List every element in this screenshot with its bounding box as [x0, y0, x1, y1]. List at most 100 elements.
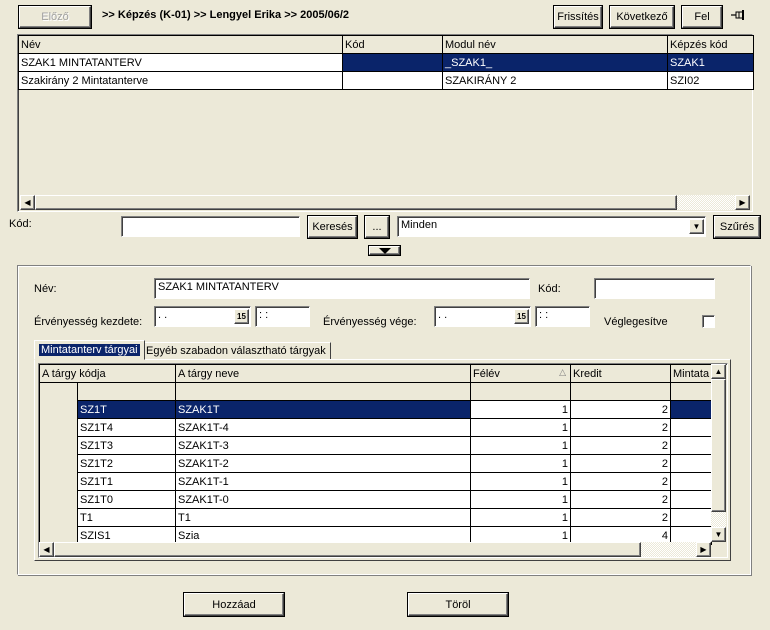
- cell-name: SZAK1 MINTATANTERV: [18, 53, 343, 72]
- validity-start-date[interactable]: . . 15: [154, 306, 251, 327]
- table-row[interactable]: SZAK1 MINTATANTERV _SZAK1_ SZAK1: [18, 53, 754, 72]
- column-header-module[interactable]: Modul név: [442, 35, 668, 54]
- cell-semester: 1: [470, 436, 571, 455]
- cell-subject-code: SZ1T2: [77, 454, 176, 473]
- cell-sample: [670, 418, 712, 437]
- column-header-semester[interactable]: Félév △: [470, 364, 571, 383]
- column-header-name[interactable]: Név: [18, 35, 343, 54]
- cell-subject-name: SZAK1T-2: [175, 454, 471, 473]
- up-button[interactable]: Fel: [682, 6, 722, 28]
- cell-subject-code: T1: [77, 508, 176, 527]
- cell-code: [342, 53, 443, 72]
- cell-credit: 2: [570, 472, 671, 491]
- column-header-code[interactable]: Kód: [342, 35, 443, 54]
- cell-semester: 1: [470, 508, 571, 527]
- cell-sample: [670, 436, 712, 455]
- filter-select[interactable]: Minden ▼: [397, 216, 706, 237]
- cell-subject-code: SZ1T1: [77, 472, 176, 491]
- scroll-left-button[interactable]: ◀: [39, 542, 54, 557]
- table-row[interactable]: SZ1T1 SZAK1T-1 1 2: [39, 472, 712, 491]
- cell-subject-code: SZ1T4: [77, 418, 176, 437]
- validity-end-label: Érvényesség vége:: [323, 316, 417, 328]
- name-field[interactable]: SZAK1 MINTATANTERV: [154, 278, 530, 299]
- next-button[interactable]: Következő: [610, 6, 674, 28]
- scroll-down-button[interactable]: ▼: [711, 527, 726, 542]
- cell-credit: 2: [570, 400, 671, 419]
- cell-code: [342, 71, 443, 90]
- cell-semester: 1: [470, 490, 571, 509]
- table-row[interactable]: SZ1T4 SZAK1T-4 1 2: [39, 418, 712, 437]
- table-row[interactable]: Szakirány 2 Mintatanterve SZAKIRÁNY 2 SZ…: [18, 71, 754, 90]
- column-header-credit[interactable]: Kredit: [570, 364, 671, 383]
- cell-subject-name: SZAK1T-4: [175, 418, 471, 437]
- training-grid[interactable]: Név Kód Modul név Képzés kód SZAK1 MINTA…: [17, 34, 754, 212]
- table-row[interactable]: SZ1T3 SZAK1T-3 1 2: [39, 436, 712, 455]
- cell-subject-code: SZ1T: [77, 400, 176, 419]
- splitter-toggle[interactable]: [369, 246, 400, 255]
- cell-semester: 1: [470, 454, 571, 473]
- filter-button[interactable]: Szűrés: [714, 216, 760, 238]
- cell-semester: 1: [470, 472, 571, 491]
- cell-subject-name: SZAK1T-1: [175, 472, 471, 491]
- code-label: Kód:: [9, 218, 32, 230]
- validity-end-time[interactable]: : :: [535, 306, 590, 327]
- code-field-label: Kód:: [538, 283, 561, 295]
- refresh-button[interactable]: Frissítés: [554, 6, 602, 28]
- tab-curriculum-subjects[interactable]: Mintatanterv tárgyai: [34, 340, 145, 360]
- scrollbar-thumb[interactable]: [35, 195, 677, 210]
- scroll-right-button[interactable]: ▶: [696, 542, 711, 557]
- cell-training-code: SZAK1: [667, 53, 754, 72]
- scrollbar-thumb[interactable]: [711, 379, 726, 512]
- cell-sample: [670, 472, 712, 491]
- scroll-up-button[interactable]: ▲: [711, 364, 726, 379]
- calendar-icon[interactable]: 15: [514, 309, 529, 324]
- cell-credit: 2: [570, 454, 671, 473]
- triangle-down-icon: [378, 247, 391, 254]
- validity-start-label: Érvényesség kezdete:: [34, 316, 143, 328]
- cell-subject-name: SZAK1T: [175, 400, 471, 419]
- cell-credit: 2: [570, 508, 671, 527]
- cell-sample: [670, 400, 712, 419]
- table-row[interactable]: T1 T1 1 2: [39, 508, 712, 527]
- breadcrumb: >> Képzés (K-01) >> Lengyel Erika >> 200…: [102, 9, 350, 21]
- column-header-training-code[interactable]: Képzés kód: [667, 35, 754, 54]
- add-button[interactable]: Hozzáad: [184, 593, 284, 616]
- scrollbar-thumb[interactable]: [54, 542, 641, 557]
- prev-button[interactable]: Előző: [19, 6, 91, 28]
- cell-sample: [670, 454, 712, 473]
- finalized-label: Véglegesítve: [604, 316, 668, 328]
- validity-start-time[interactable]: : :: [255, 306, 310, 327]
- code-field[interactable]: [594, 278, 715, 299]
- calendar-icon[interactable]: 15: [234, 309, 249, 324]
- cell-subject-name: SZAK1T-3: [175, 436, 471, 455]
- browse-button[interactable]: ...: [365, 216, 389, 238]
- subject-grid[interactable]: A tárgy kódja A tárgy neve Félév △ Kredi…: [38, 363, 728, 558]
- delete-button[interactable]: Töröl: [408, 593, 508, 616]
- table-row[interactable]: SZ1T2 SZAK1T-2 1 2: [39, 454, 712, 473]
- tab-elective-subjects[interactable]: Egyéb szabadon választható tárgyak: [141, 342, 331, 360]
- table-row[interactable]: SZ1T0 SZAK1T-0 1 2: [39, 490, 712, 509]
- cell-semester: 1: [470, 418, 571, 437]
- scroll-left-button[interactable]: ◀: [20, 195, 35, 210]
- search-button[interactable]: Keresés: [308, 216, 357, 238]
- column-header-subject-code[interactable]: A tárgy kódja: [39, 364, 176, 383]
- table-row[interactable]: SZ1T SZAK1T 1 2: [39, 400, 712, 419]
- cell-subject-name: T1: [175, 508, 471, 527]
- cell-credit: 2: [570, 436, 671, 455]
- sort-ascending-icon: △: [559, 367, 566, 377]
- scroll-right-button[interactable]: ▶: [735, 195, 750, 210]
- cell-module: _SZAK1_: [442, 53, 668, 72]
- cell-name: Szakirány 2 Mintatanterve: [18, 71, 343, 90]
- column-header-subject-name[interactable]: A tárgy neve: [175, 364, 471, 383]
- pin-icon[interactable]: [730, 8, 748, 24]
- cell-sample: [670, 490, 712, 509]
- cell-semester: 1: [470, 400, 571, 419]
- code-search-input[interactable]: [121, 216, 300, 237]
- column-header-sample[interactable]: Mintata: [670, 364, 712, 383]
- finalized-checkbox[interactable]: [702, 315, 715, 328]
- cell-credit: 2: [570, 490, 671, 509]
- chevron-down-icon[interactable]: ▼: [689, 219, 704, 234]
- cell-subject-code: SZ1T0: [77, 490, 176, 509]
- cell-sample: [670, 508, 712, 527]
- validity-end-date[interactable]: . . 15: [434, 306, 531, 327]
